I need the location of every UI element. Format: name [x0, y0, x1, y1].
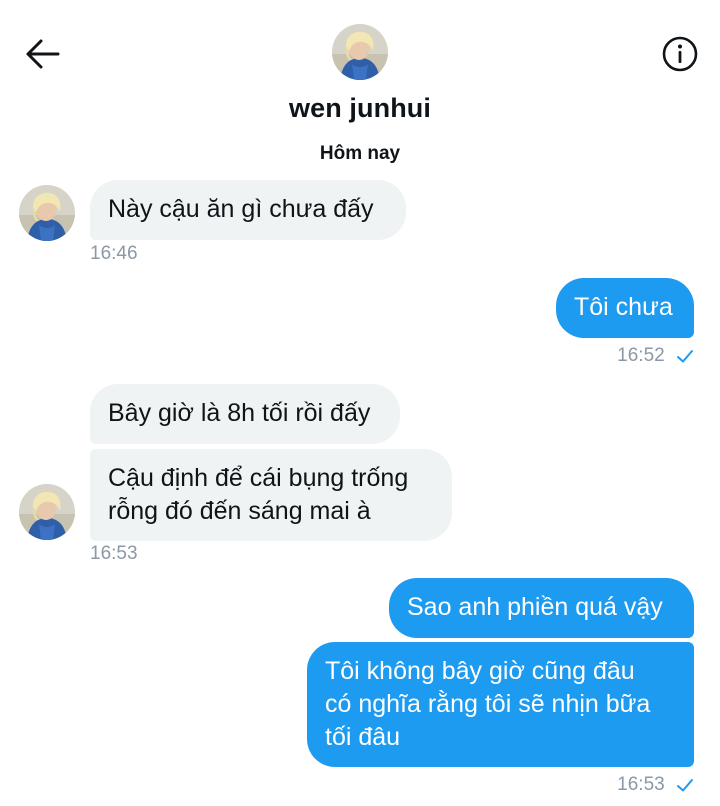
- checkmark-icon: [677, 349, 693, 363]
- message-timestamp: 16:53: [90, 543, 138, 564]
- outgoing-message[interactable]: Tôi không bây giờ cũng đâu có nghĩa rằng…: [307, 642, 694, 767]
- back-button[interactable]: [22, 36, 62, 72]
- contact-avatar[interactable]: [332, 24, 388, 80]
- arrow-left-icon: [26, 39, 60, 69]
- message-timestamp: 16:52: [617, 345, 665, 366]
- info-button[interactable]: [660, 34, 700, 74]
- incoming-message[interactable]: Cậu định để cái bụng trống rỗng đó đến s…: [90, 449, 452, 541]
- message-status: 16:52: [617, 345, 694, 367]
- day-separator: Hôm nay: [319, 143, 401, 164]
- outgoing-message[interactable]: Tôi chưa: [556, 278, 694, 338]
- message-timestamp: 16:53: [617, 774, 665, 795]
- contact-name[interactable]: wen junhui: [0, 93, 720, 124]
- message-timestamp: 16:46: [90, 243, 138, 264]
- outgoing-message[interactable]: Sao anh phiền quá vậy: [389, 578, 694, 638]
- message-status: 16:53: [617, 774, 694, 796]
- info-icon: [662, 36, 698, 72]
- checkmark-icon: [677, 778, 693, 792]
- incoming-message[interactable]: Bây giờ là 8h tối rồi đấy: [90, 384, 400, 444]
- incoming-message[interactable]: Này cậu ăn gì chưa đấy: [90, 180, 406, 240]
- sender-avatar[interactable]: [19, 484, 75, 540]
- sender-avatar[interactable]: [19, 185, 75, 241]
